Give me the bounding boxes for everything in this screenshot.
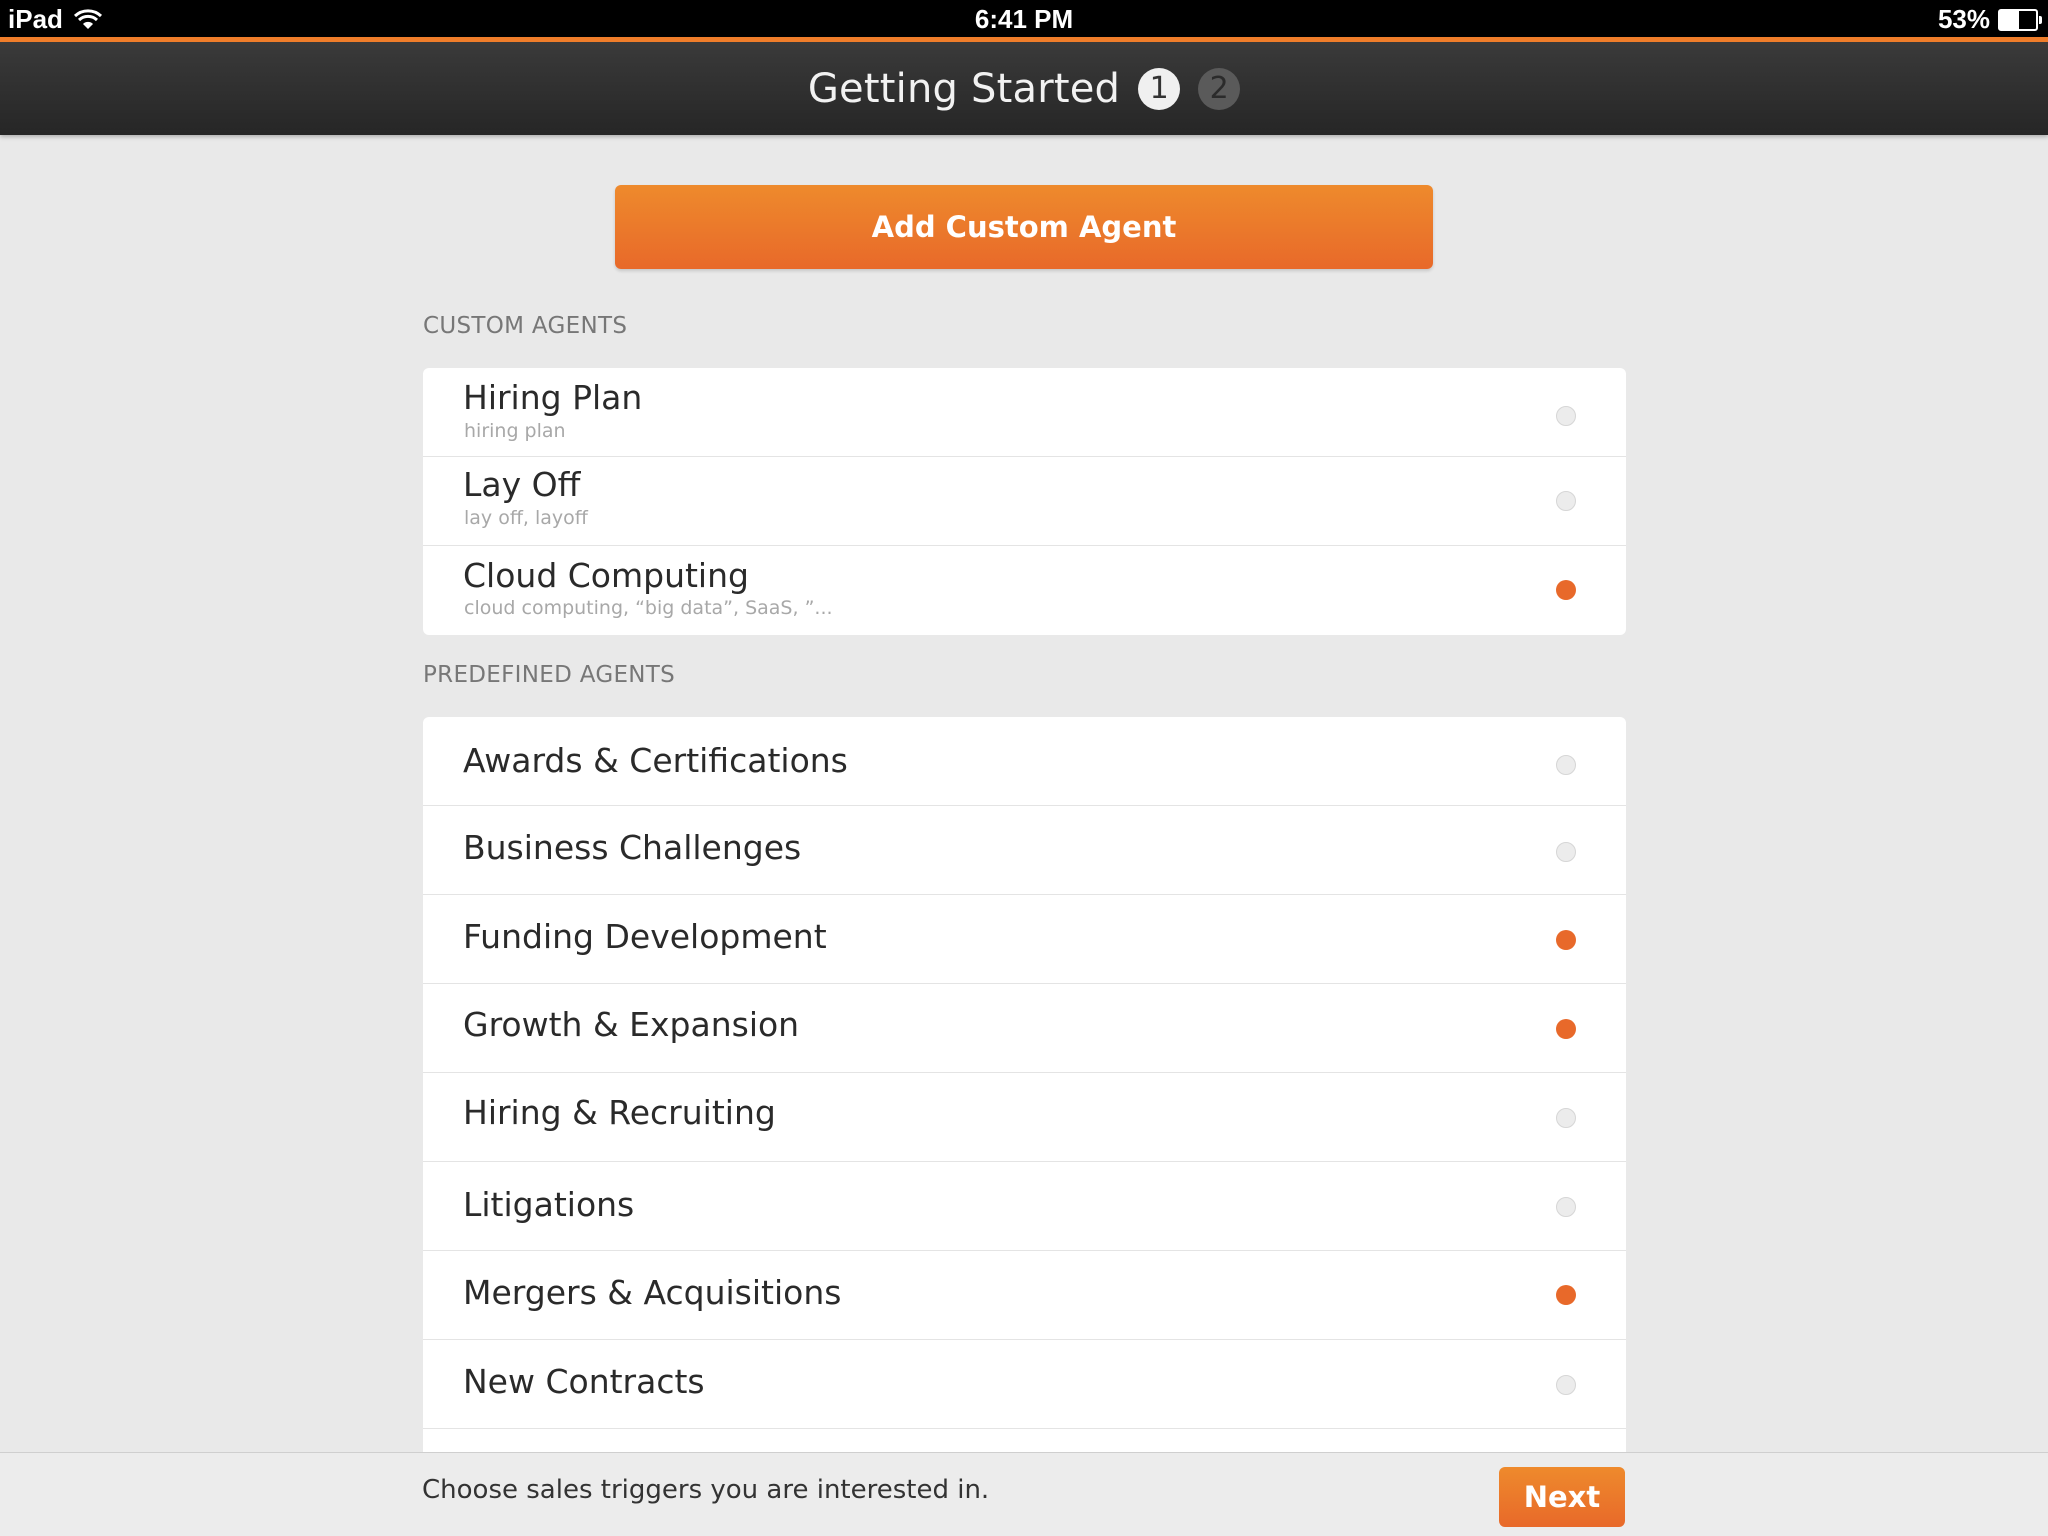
predefined-agent-row[interactable]: New Contracts	[423, 1340, 1626, 1429]
agent-title: Litigations	[463, 1185, 635, 1224]
agent-keywords: cloud computing, “big data”, SaaS, ”...	[464, 597, 833, 619]
agent-keywords: hiring plan	[464, 420, 566, 442]
custom-agent-row[interactable]: Hiring Plan hiring plan	[423, 368, 1626, 457]
selection-dot-icon[interactable]	[1556, 842, 1576, 862]
agent-keywords: lay off, layoff	[464, 507, 588, 529]
page-title: Getting Started	[807, 65, 1121, 112]
status-right: 53%	[1937, 4, 2042, 35]
agent-title: Cloud Computing	[463, 556, 749, 595]
battery-percent: 53%	[1937, 4, 1990, 34]
agent-title: New Contracts	[463, 1362, 705, 1401]
status-bar: iPad 6:41 PM 53%	[0, 0, 2048, 37]
predefined-agents-header: PREDEFINED AGENTS	[423, 662, 676, 688]
agent-title: Lay Off	[463, 465, 581, 504]
nav-bar: Getting Started 1 2	[0, 37, 2048, 135]
predefined-agent-row[interactable]: Funding Development	[423, 895, 1626, 984]
predefined-agents-list: Awards & Certifications Business Challen…	[423, 717, 1626, 1452]
selection-dot-icon[interactable]	[1556, 1019, 1576, 1039]
selection-dot-icon[interactable]	[1556, 1375, 1576, 1395]
battery-fill	[2000, 10, 2020, 29]
selection-dot-icon[interactable]	[1556, 1285, 1576, 1305]
selection-dot-icon[interactable]	[1556, 580, 1576, 600]
status-time: 6:41 PM	[974, 4, 1074, 34]
custom-agent-row[interactable]: Lay Off lay off, layoff	[423, 457, 1626, 546]
agent-title: Hiring Plan	[463, 378, 643, 417]
bottom-bar: Choose sales triggers you are interested…	[0, 1452, 2048, 1536]
next-button[interactable]: Next	[1499, 1467, 1625, 1527]
agent-title: Hiring & Recruiting	[463, 1093, 776, 1132]
agent-title: Mergers & Acquisitions	[463, 1273, 842, 1312]
predefined-agent-row[interactable]: Litigations	[423, 1162, 1626, 1251]
battery-icon	[1998, 8, 2042, 31]
predefined-agent-row[interactable]: Hiring & Recruiting	[423, 1073, 1626, 1162]
predefined-agent-row[interactable]: Business Challenges	[423, 806, 1626, 895]
selection-dot-icon[interactable]	[1556, 406, 1576, 426]
custom-agent-row[interactable]: Cloud Computing cloud computing, “big da…	[423, 546, 1626, 635]
selection-dot-icon[interactable]	[1556, 1108, 1576, 1128]
predefined-agent-row[interactable]: Mergers & Acquisitions	[423, 1251, 1626, 1340]
predefined-agent-row[interactable]: Growth & Expansion	[423, 984, 1626, 1073]
agent-title: Growth & Expansion	[463, 1005, 800, 1044]
custom-agents-header: CUSTOM AGENTS	[423, 313, 628, 339]
predefined-agent-row[interactable]: Awards & Certifications	[423, 717, 1626, 806]
selection-dot-icon[interactable]	[1556, 930, 1576, 950]
add-custom-agent-button[interactable]: Add Custom Agent	[615, 185, 1433, 269]
instruction-text: Choose sales triggers you are interested…	[422, 1475, 990, 1505]
step-indicator-1: 1	[1138, 67, 1181, 110]
selection-dot-icon[interactable]	[1556, 491, 1576, 511]
agent-title: Business Challenges	[463, 828, 802, 867]
selection-dot-icon[interactable]	[1556, 755, 1576, 775]
agent-title: Funding Development	[463, 917, 827, 956]
step-indicator-2: 2	[1198, 67, 1241, 110]
selection-dot-icon[interactable]	[1556, 1197, 1576, 1217]
custom-agents-list: Hiring Plan hiring plan Lay Off lay off,…	[423, 368, 1626, 635]
agent-title: Awards & Certifications	[463, 741, 848, 780]
predefined-agent-row-partial[interactable]	[423, 1429, 1626, 1452]
